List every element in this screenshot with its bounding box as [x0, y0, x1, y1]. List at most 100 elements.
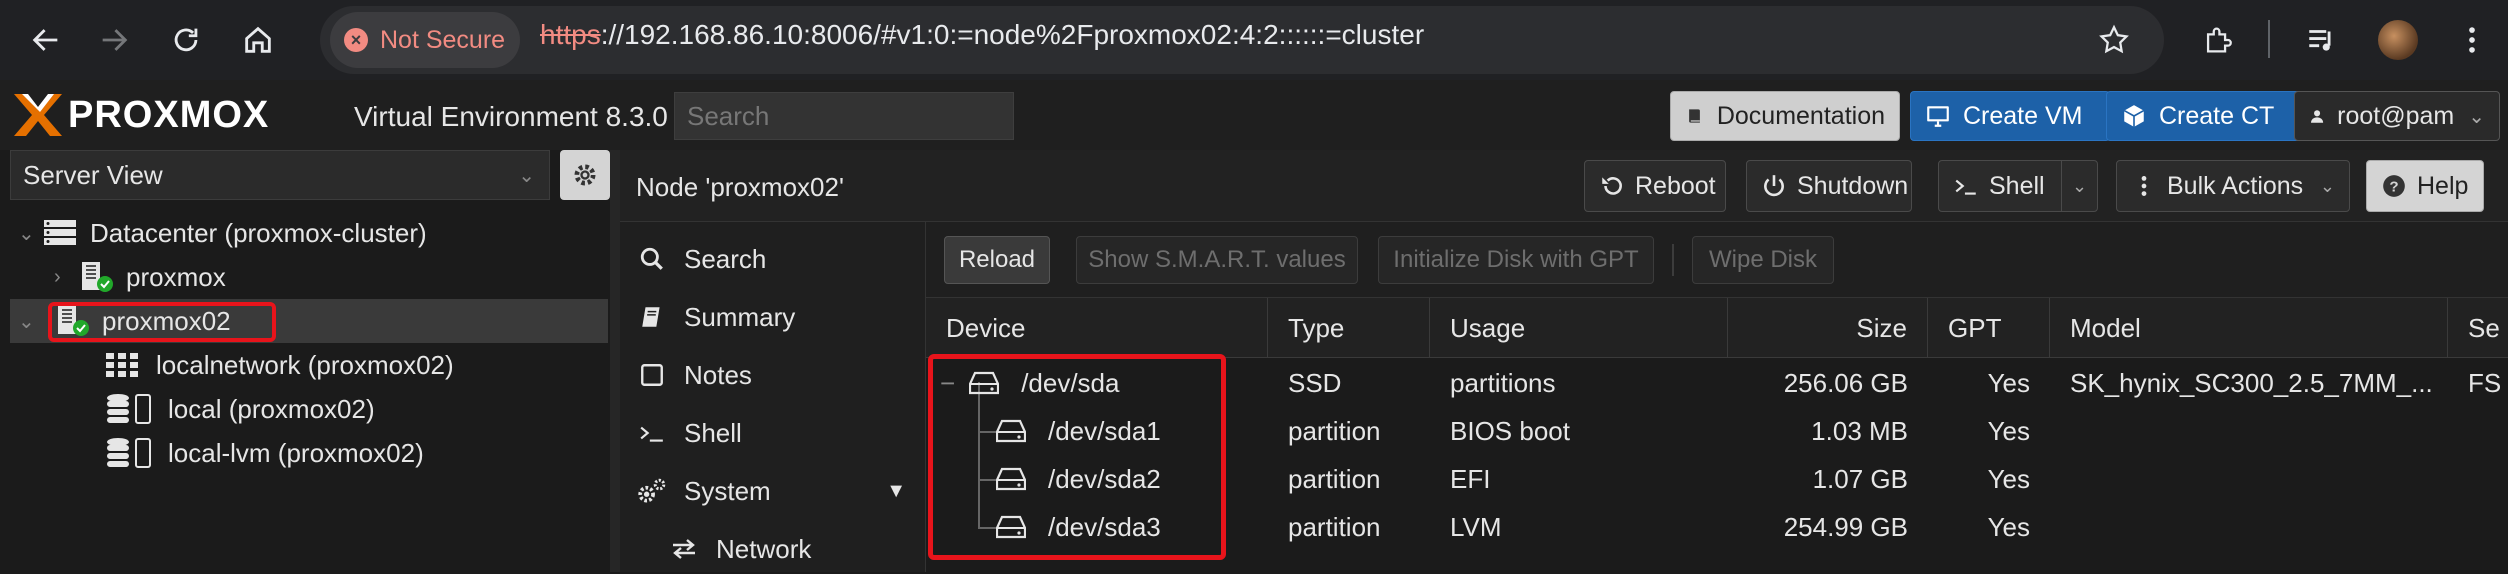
create-vm-button[interactable]: Create VM [1910, 91, 2110, 141]
documentation-button[interactable]: Documentation [1670, 91, 1900, 141]
panel-splitter[interactable] [610, 150, 620, 572]
help-button[interactable]: ? Help [2366, 160, 2484, 212]
forward-button[interactable] [88, 14, 140, 66]
disk-model: SK_hynix_SC300_2.5_7MM_... [2070, 367, 2433, 398]
column-header-size[interactable]: Size [1728, 298, 1928, 358]
bookmark-button[interactable] [2088, 14, 2140, 66]
tree-item-localnetwork[interactable]: localnetwork (proxmox02) [104, 343, 608, 387]
disk-usage: LVM [1450, 511, 1502, 542]
shell-button[interactable]: Shell ⌄ [1938, 160, 2098, 212]
profile-avatar[interactable] [2378, 20, 2418, 60]
url-text[interactable]: https://192.168.86.10:8006/#v1:0:=node%2… [540, 19, 1424, 51]
wipe-disk-button[interactable]: Wipe Disk [1692, 236, 1834, 284]
gears-icon [636, 476, 668, 506]
more-vert-icon [2469, 27, 2475, 53]
disk-size: 1.03 MB [1811, 415, 1908, 446]
extensions-button[interactable] [2192, 14, 2244, 66]
expand-icon: › [54, 265, 61, 288]
storage-icon [104, 392, 164, 426]
nav-system[interactable]: System ▼ [636, 466, 906, 516]
notes-icon [636, 360, 668, 390]
svg-text:?: ? [2389, 178, 2398, 195]
disk-size: 254.99 GB [1783, 511, 1908, 542]
user-icon [2311, 110, 2324, 123]
column-label: Model [2070, 312, 2141, 343]
tree-item-local[interactable]: local (proxmox02) [104, 387, 608, 431]
nav-summary[interactable]: Summary [636, 292, 795, 342]
disk-type: SSD [1288, 367, 1342, 398]
help-label: Help [2417, 171, 2469, 200]
home-icon [245, 26, 271, 53]
url-host: ://192.168.86.10 [600, 19, 804, 50]
search-icon [636, 244, 668, 274]
column-header-usage[interactable]: Usage [1430, 298, 1728, 358]
media-button[interactable] [2296, 14, 2348, 66]
disk-size: 1.07 GB [1812, 463, 1908, 494]
terminal-icon [1955, 179, 1976, 195]
reload-label: Reload [958, 246, 1036, 273]
toolbar-separator [1672, 244, 1674, 276]
reload-button[interactable]: Reload [944, 236, 1050, 284]
disk-usage: partitions [1450, 367, 1556, 398]
nav-notes[interactable]: Notes [636, 350, 752, 400]
bulk-actions-button[interactable]: Bulk Actions ⌄ [2116, 160, 2350, 212]
init-gpt-label: Initialize Disk with GPT [1393, 246, 1639, 273]
nav-label: System [684, 475, 771, 506]
user-menu-button[interactable]: root@pam ⌄ [2294, 91, 2500, 141]
disk-gpt: Yes [1987, 415, 2030, 446]
create-ct-button[interactable]: Create CT [2106, 91, 2302, 141]
show-smart-button[interactable]: Show S.M.A.R.T. values [1076, 236, 1358, 284]
column-header-serial[interactable]: Se [2448, 298, 2508, 358]
column-header-gpt[interactable]: GPT [1928, 298, 2050, 358]
bulk-actions-label: Bulk Actions [2167, 171, 2304, 200]
book-icon [1689, 109, 1700, 123]
back-arrow-icon [32, 29, 58, 51]
column-header-device[interactable]: Device [926, 298, 1268, 358]
column-header-model[interactable]: Model [2050, 298, 2448, 358]
reboot-button[interactable]: Reboot [1584, 160, 1726, 212]
puzzle-icon [2206, 27, 2232, 53]
global-search-input[interactable] [674, 92, 1014, 140]
highlight-box-devices [928, 354, 1226, 560]
nav-shell[interactable]: Shell [636, 408, 742, 458]
home-button[interactable] [232, 14, 284, 66]
nav-network[interactable]: Network [668, 524, 811, 574]
disk-usage: BIOS boot [1450, 415, 1570, 446]
storage-icon [104, 436, 164, 470]
tree-item-datacenter[interactable]: ⌄ Datacenter (proxmox-cluster) [18, 211, 608, 255]
column-label: Usage [1450, 312, 1526, 343]
refresh-icon [174, 28, 198, 52]
collapse-icon: ⌄ [18, 310, 35, 333]
documentation-label: Documentation [1716, 101, 1885, 130]
view-selector[interactable]: Server View ⌄ [10, 150, 550, 200]
nav-label: Summary [684, 301, 796, 332]
tree-item-proxmox[interactable]: › proxmox [54, 255, 608, 299]
page-title: Node 'proxmox02' [636, 172, 844, 202]
undo-icon [1602, 177, 1622, 195]
monitor-icon [1927, 106, 1949, 127]
wipe-disk-label: Wipe Disk [1708, 246, 1817, 273]
nav-label: Search [684, 243, 767, 274]
shutdown-button[interactable]: Shutdown [1746, 160, 1912, 212]
reload-page-button[interactable] [160, 14, 212, 66]
chevron-down-icon: ⌄ [2319, 175, 2335, 196]
nav-label: Notes [684, 359, 752, 390]
proxmox-logo: PROXMOX [12, 90, 269, 140]
gear-icon [574, 164, 596, 186]
tree-item-local-lvm[interactable]: local-lvm (proxmox02) [104, 431, 608, 475]
back-button[interactable] [20, 14, 72, 66]
more-vert-icon [2141, 176, 2147, 196]
nav-search[interactable]: Search [636, 234, 766, 284]
column-header-type[interactable]: Type [1268, 298, 1430, 358]
tree-item-label: proxmox [126, 261, 226, 292]
security-indicator[interactable]: × Not Secure [330, 12, 520, 68]
reboot-label: Reboot [1635, 171, 1716, 200]
show-smart-label: Show S.M.A.R.T. values [1088, 246, 1346, 273]
tree-item-label: localnetwork (proxmox02) [156, 349, 454, 380]
forward-arrow-icon [102, 29, 128, 51]
user-label: root@pam [2337, 101, 2455, 130]
chevron-down-icon[interactable]: ⌄ [2061, 161, 2097, 211]
browser-menu-button[interactable] [2446, 14, 2498, 66]
tree-settings-button[interactable] [560, 150, 610, 200]
init-gpt-button[interactable]: Initialize Disk with GPT [1378, 236, 1654, 284]
